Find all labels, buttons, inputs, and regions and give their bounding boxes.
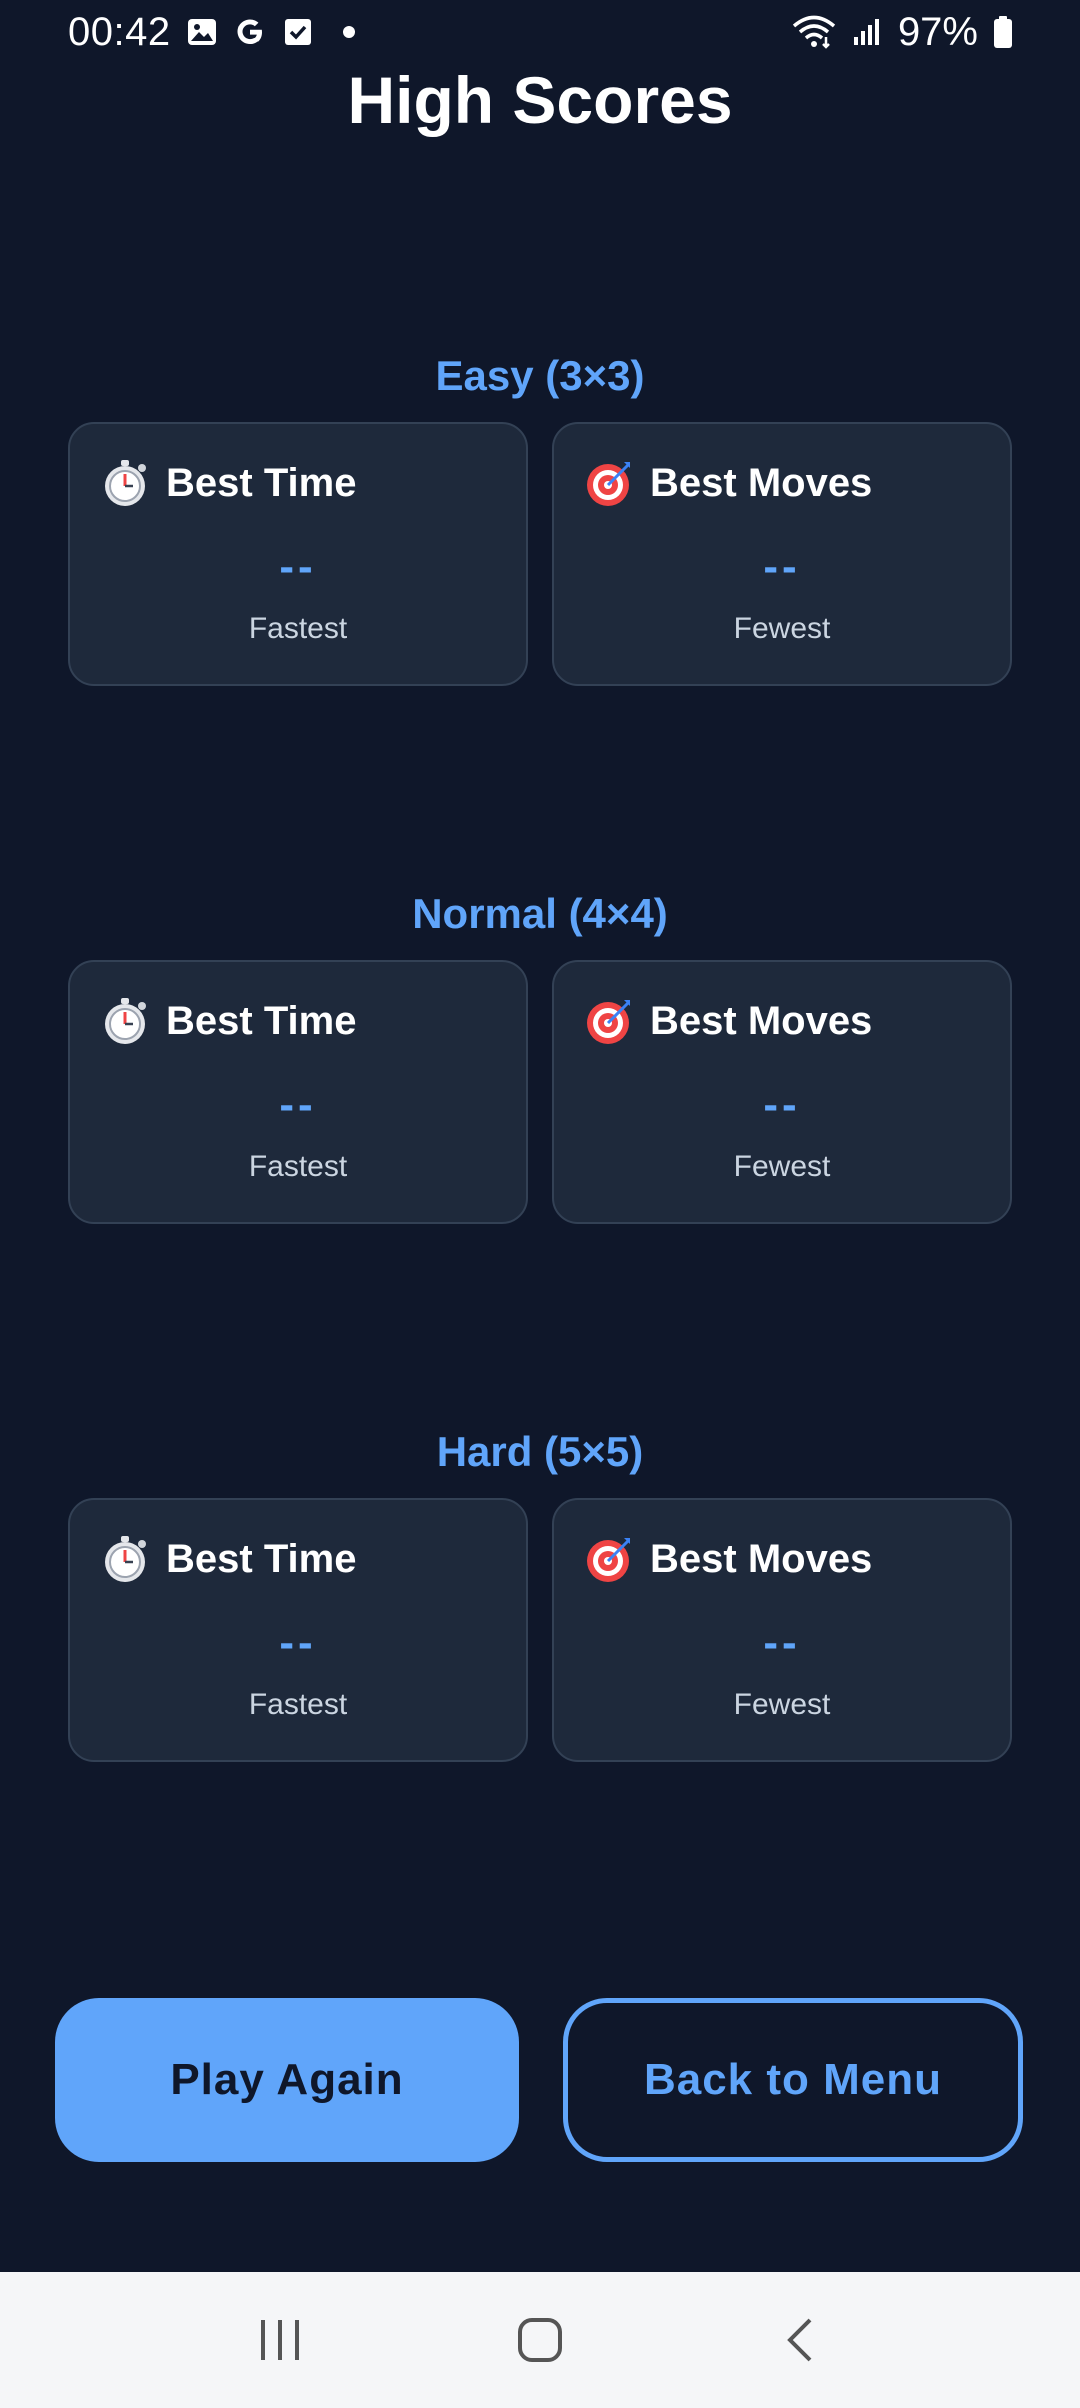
card-header: Best Time xyxy=(100,458,356,508)
section-easy: Easy (3×3) Best Time -- Fastest Best Mov… xyxy=(0,346,1080,686)
target-icon xyxy=(584,458,634,508)
high-scores-screen: 00:42 97% High Scores Easy (3×3) Best Ti… xyxy=(0,0,1080,2408)
stopwatch-icon xyxy=(100,996,150,1046)
section-title: Normal (4×4) xyxy=(412,890,668,937)
image-icon xyxy=(185,15,219,49)
section-title: Easy (3×3) xyxy=(435,352,645,399)
signal-icon xyxy=(850,15,884,49)
section-title: Hard (5×5) xyxy=(436,1428,644,1475)
best-time-card: Best Time -- Fastest xyxy=(68,422,528,686)
target-icon xyxy=(584,996,634,1046)
card-header: Best Moves xyxy=(584,458,872,508)
home-icon[interactable] xyxy=(500,2300,580,2380)
target-icon xyxy=(584,1534,634,1584)
card-title: Best Moves xyxy=(650,1536,873,1581)
stopwatch-icon xyxy=(100,458,150,508)
recent-apps-icon[interactable] xyxy=(240,2300,320,2380)
best-moves-value: -- xyxy=(763,542,801,591)
battery-icon xyxy=(992,15,1014,49)
card-subtitle: Fastest xyxy=(248,1688,348,1721)
card-subtitle: Fewest xyxy=(733,1688,831,1721)
card-title: Best Time xyxy=(166,998,357,1043)
play-again-button[interactable]: Play Again xyxy=(55,1998,519,2162)
card-header: Best Time xyxy=(100,996,356,1046)
google-icon xyxy=(233,15,267,49)
page-title: High Scores xyxy=(347,63,733,137)
stopwatch-icon xyxy=(100,1534,150,1584)
best-time-value: -- xyxy=(279,542,317,591)
navigation-bar xyxy=(0,2272,1080,2408)
score-cards: Best Time -- Fastest Best Moves -- Fewes… xyxy=(0,422,1080,686)
card-title: Best Moves xyxy=(650,998,873,1043)
score-cards: Best Time -- Fastest Best Moves -- Fewes… xyxy=(0,960,1080,1224)
status-bar: 00:42 97% xyxy=(0,0,1080,64)
best-moves-card: Best Moves -- Fewest xyxy=(552,422,1012,686)
best-moves-card: Best Moves -- Fewest xyxy=(552,960,1012,1224)
card-subtitle: Fastest xyxy=(248,1150,348,1183)
best-moves-value: -- xyxy=(763,1618,801,1667)
wifi-icon xyxy=(792,15,836,49)
status-left: 00:42 xyxy=(68,10,355,55)
back-icon[interactable] xyxy=(760,2300,840,2380)
best-time-value: -- xyxy=(279,1080,317,1129)
check-box-icon xyxy=(281,15,315,49)
card-subtitle: Fastest xyxy=(248,612,348,645)
section-hard: Hard (5×5) Best Time -- Fastest Best Mov… xyxy=(0,1422,1080,1762)
best-time-card: Best Time -- Fastest xyxy=(68,1498,528,1762)
dot-icon xyxy=(342,26,355,38)
status-time: 00:42 xyxy=(68,9,171,54)
best-time-value: -- xyxy=(279,1618,317,1667)
section-normal: Normal (4×4) Best Time -- Fastest Best M… xyxy=(0,884,1080,1224)
back-to-menu-button[interactable]: Back to Menu xyxy=(563,1998,1023,2162)
card-header: Best Moves xyxy=(584,996,872,1046)
status-right: 97% xyxy=(792,10,1014,55)
card-title: Best Time xyxy=(166,1536,357,1581)
best-moves-value: -- xyxy=(763,1080,801,1129)
score-cards: Best Time -- Fastest Best Moves -- Fewes… xyxy=(0,1498,1080,1762)
card-header: Best Time xyxy=(100,1534,356,1584)
card-subtitle: Fewest xyxy=(733,612,831,645)
card-header: Best Moves xyxy=(584,1534,872,1584)
best-moves-card: Best Moves -- Fewest xyxy=(552,1498,1012,1762)
card-subtitle: Fewest xyxy=(733,1150,831,1183)
card-title: Best Time xyxy=(166,460,357,505)
battery-percentage: 97% xyxy=(897,9,978,54)
card-title: Best Moves xyxy=(650,460,873,505)
best-time-card: Best Time -- Fastest xyxy=(68,960,528,1224)
